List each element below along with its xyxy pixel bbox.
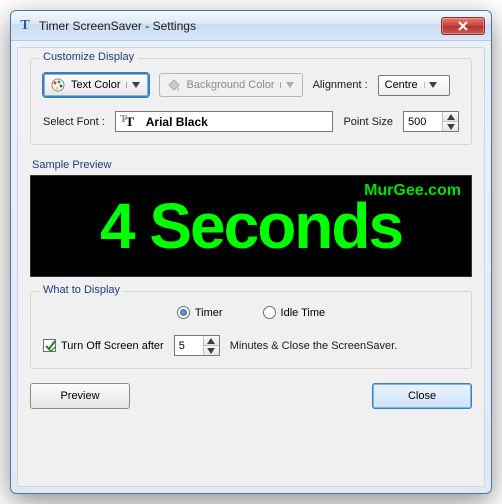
background-color-label: Background Color — [187, 79, 275, 91]
radio-timer[interactable]: Timer — [177, 306, 223, 319]
group-customize-display: Customize Display Text Color Background — [30, 58, 472, 145]
point-size-label: Point Size — [343, 116, 393, 128]
window-close-button[interactable] — [441, 17, 485, 35]
close-icon — [458, 21, 468, 31]
sample-preview: MurGee.com 4 Seconds — [30, 175, 472, 277]
alignment-label: Alignment : — [313, 79, 368, 91]
preview-text: 4 Seconds — [100, 189, 402, 263]
select-font-label: Select Font : — [43, 116, 105, 128]
bucket-icon — [166, 77, 182, 93]
turn-off-checkbox[interactable]: Turn Off Screen after — [43, 339, 164, 352]
preview-watermark: MurGee.com — [364, 182, 461, 200]
checkbox-icon — [43, 339, 56, 352]
chevron-down-icon — [424, 82, 441, 88]
group-what-legend: What to Display — [39, 284, 124, 296]
radio-idle-label: Idle Time — [281, 307, 326, 319]
turn-off-value: 5 — [175, 340, 203, 352]
font-combo[interactable]: T Arial Black — [115, 111, 334, 132]
app-icon: T — [17, 18, 33, 34]
text-color-label: Text Color — [71, 79, 121, 91]
preview-button-label: Preview — [60, 390, 99, 402]
window-title: Timer ScreenSaver - Settings — [39, 19, 435, 33]
turn-off-label: Turn Off Screen after — [61, 340, 164, 352]
radio-icon — [177, 306, 190, 319]
font-icon: T — [122, 114, 138, 130]
titlebar: T Timer ScreenSaver - Settings — [11, 11, 491, 41]
minutes-down[interactable] — [204, 346, 219, 355]
client-area: Customize Display Text Color Background — [17, 47, 485, 487]
group-what-to-display: What to Display Timer Idle Time Turn Off… — [30, 291, 472, 369]
text-color-dropdown-arrow[interactable] — [126, 82, 140, 88]
radio-icon — [263, 306, 276, 319]
close-button[interactable]: Close — [372, 383, 472, 409]
point-size-value: 500 — [404, 116, 442, 128]
point-size-spinner[interactable]: 500 — [403, 111, 459, 132]
alignment-combo[interactable]: Centre — [378, 75, 450, 96]
font-name: Arial Black — [146, 115, 321, 129]
point-size-up[interactable] — [443, 112, 458, 122]
minutes-up[interactable] — [204, 336, 219, 346]
turn-off-suffix: Minutes & Close the ScreenSaver. — [230, 340, 398, 352]
alignment-value: Centre — [385, 79, 418, 91]
close-button-label: Close — [408, 390, 436, 402]
sample-preview-section: Sample Preview MurGee.com 4 Seconds — [30, 153, 472, 277]
group-customize-legend: Customize Display — [39, 51, 138, 63]
bg-color-dropdown-arrow — [280, 82, 294, 88]
radio-idle-time[interactable]: Idle Time — [263, 306, 326, 319]
settings-window: T Timer ScreenSaver - Settings Customize… — [10, 10, 492, 494]
background-color-button: Background Color — [159, 73, 303, 97]
point-size-down[interactable] — [443, 122, 458, 131]
turn-off-minutes-spinner[interactable]: 5 — [174, 335, 220, 356]
preview-button[interactable]: Preview — [30, 383, 130, 409]
text-color-button[interactable]: Text Color — [43, 73, 149, 97]
sample-preview-label: Sample Preview — [32, 159, 472, 171]
palette-icon — [50, 77, 66, 93]
radio-timer-label: Timer — [195, 307, 223, 319]
footer: Preview Close — [30, 383, 472, 409]
